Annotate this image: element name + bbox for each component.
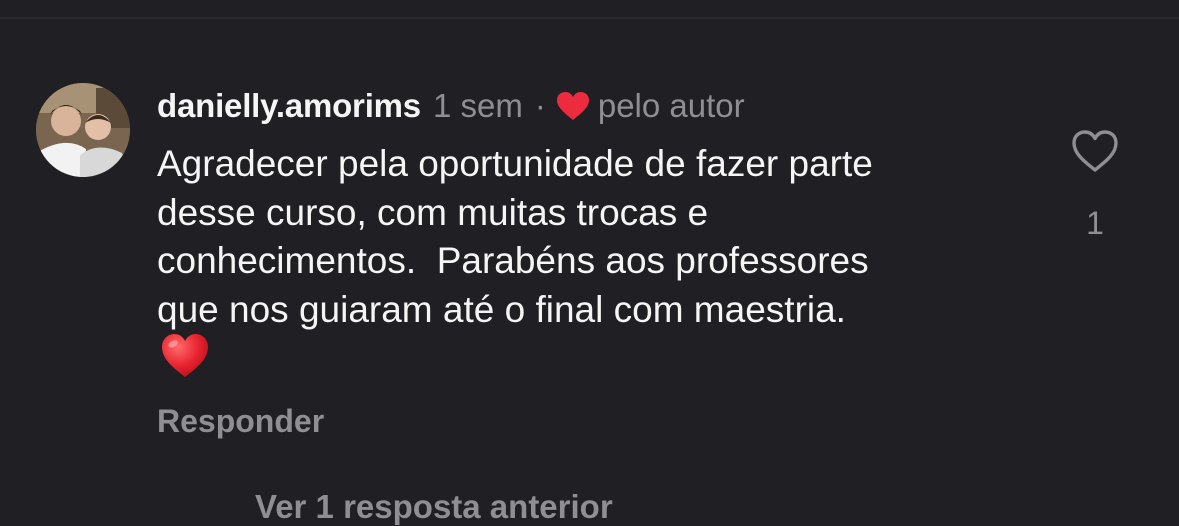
comment-text: Agradecer pela oportunidade de fazer par… <box>157 143 873 330</box>
username-link[interactable]: danielly.amorims <box>157 87 421 125</box>
view-more-replies-link[interactable]: Ver 1 resposta anterior <box>255 488 613 526</box>
heart-emoji-icon <box>160 333 210 379</box>
comment-timestamp: 1 sem <box>432 87 523 124</box>
top-divider <box>0 17 1179 19</box>
heart-filled-icon <box>556 91 590 121</box>
heart-outline-icon[interactable] <box>1070 128 1120 174</box>
liked-by-author-label: pelo autor <box>597 87 745 124</box>
reply-button[interactable]: Responder <box>157 403 324 440</box>
avatar[interactable] <box>36 83 130 177</box>
like-count: 1 <box>1086 205 1104 241</box>
comment-header: danielly.amorims 1 sem · pelo autor <box>157 84 745 128</box>
separator-dot: · <box>534 87 546 124</box>
